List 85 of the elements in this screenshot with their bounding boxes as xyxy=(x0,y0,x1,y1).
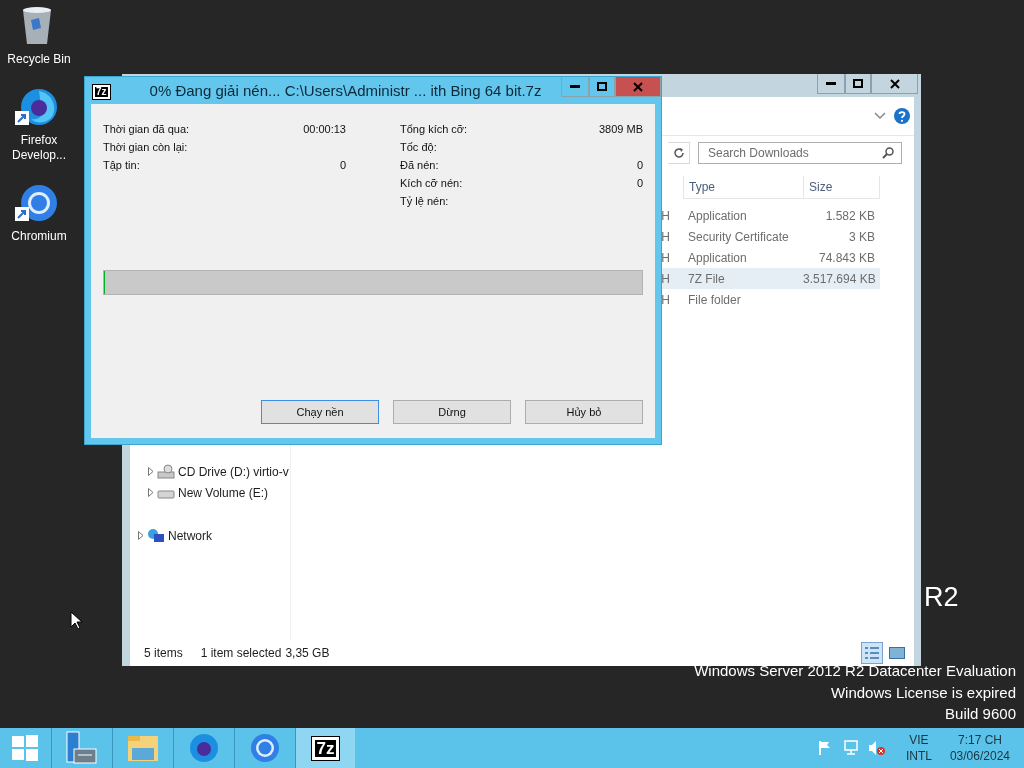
table-cell-text: 1.582 KB xyxy=(824,208,876,223)
close-icon xyxy=(889,78,900,89)
server-manager-icon xyxy=(65,731,98,765)
status-text: 5 items xyxy=(144,646,183,660)
table-cell-text: H xyxy=(660,229,671,244)
status-text: 3,35 GB xyxy=(285,646,330,660)
speaker-muted-icon[interactable] xyxy=(867,740,886,756)
dialog-button[interactable]: Dừng xyxy=(393,400,511,424)
dialog-button[interactable]: Hủy bỏ xyxy=(525,400,643,424)
os-info-text: Windows Server 2012 R2 Datacenter Evaluation xyxy=(694,661,1016,681)
status-text: 1 item selected xyxy=(200,646,282,660)
stat-label: Tốc độ: xyxy=(400,141,437,153)
stat-value: 00:00:13 xyxy=(303,123,346,135)
folder-icon xyxy=(126,734,159,762)
search-icon xyxy=(882,147,894,159)
refresh-button[interactable] xyxy=(668,142,690,164)
maximize-icon xyxy=(853,79,863,88)
window-title: 0% Đang giải nén... C:\Users\Administr ... ith Bing 64 bit.7z xyxy=(149,82,543,99)
column-header[interactable]: Type xyxy=(683,176,803,199)
network-icon xyxy=(147,527,165,544)
close-icon xyxy=(633,81,643,92)
details-view-icon xyxy=(864,646,880,660)
clock-text[interactable]: 7:17 CH xyxy=(957,732,1002,748)
stat-label: Kích cỡ nén: xyxy=(400,177,463,189)
help-icon[interactable] xyxy=(894,108,910,124)
column-header[interactable]: Size xyxy=(803,176,880,199)
os-info-text: Build 9600 xyxy=(945,704,1016,724)
preview-pane-icon xyxy=(889,647,905,659)
clock-text[interactable]: 03/06/2024 xyxy=(949,748,1010,764)
table-cell-text: 3.517.694 KB xyxy=(803,271,877,286)
stat-value: 0 xyxy=(636,177,643,189)
stat-label: Tổng kích cỡ: xyxy=(400,123,468,135)
os-logo-text: R2 xyxy=(924,582,959,613)
nav-item[interactable]: New Volume (E:) xyxy=(178,485,269,500)
table-cell-text: Application xyxy=(687,208,748,223)
minimize-button[interactable] xyxy=(817,74,845,94)
dialog-button[interactable]: Chạy nền xyxy=(261,400,379,424)
language-indicator[interactable]: INTL xyxy=(905,748,932,764)
cursor-icon xyxy=(70,611,82,630)
os-info-text: Windows License is expired xyxy=(830,682,1016,703)
desktop-icon-label[interactable]: Recycle Bin xyxy=(4,52,74,67)
minimize-button[interactable] xyxy=(561,77,589,97)
table-cell-text: File folder xyxy=(687,292,742,307)
app-icon: 7z xyxy=(311,736,340,760)
table-cell-text: H xyxy=(660,292,671,307)
desktop-icon-label[interactable]: Chromium xyxy=(4,229,74,244)
table-cell-text: 3 KB xyxy=(848,229,876,244)
nav-item[interactable]: Network xyxy=(168,528,212,543)
taskbar-app-button[interactable]: 7z xyxy=(295,728,355,768)
table-cell-text: H xyxy=(660,250,671,265)
expand-arrow-icon[interactable] xyxy=(148,488,154,497)
search-field[interactable]: Search Downloads xyxy=(698,142,902,164)
chevron-down-icon[interactable] xyxy=(874,112,886,120)
maximize-button[interactable] xyxy=(845,74,871,94)
table-cell-text: H xyxy=(660,271,671,286)
expand-arrow-icon[interactable] xyxy=(148,467,154,476)
table-cell-text: Security Certificate xyxy=(687,229,790,244)
app-icon: 7z xyxy=(93,85,110,99)
stat-label: Tập tin: xyxy=(103,159,140,171)
view-button[interactable] xyxy=(861,642,883,664)
close-button[interactable] xyxy=(871,74,918,94)
stat-label: Đã nén: xyxy=(400,159,439,171)
stat-label: Thời gian đã qua: xyxy=(103,123,190,135)
stat-value: 3809 MB xyxy=(598,123,643,135)
maximize-icon xyxy=(597,82,607,91)
expand-arrow-icon[interactable] xyxy=(138,531,144,540)
stat-value: 0 xyxy=(636,159,643,171)
minimize-icon xyxy=(570,85,580,88)
firefox-icon xyxy=(188,733,219,763)
table-cell-text: 74.843 KB xyxy=(817,250,876,265)
chromium-icon xyxy=(249,733,280,763)
nav-item[interactable]: CD Drive (D:) virtio-v xyxy=(178,464,289,479)
stat-label: Tỷ lệ nén: xyxy=(400,195,449,207)
windows-logo-icon xyxy=(12,735,38,761)
close-button[interactable] xyxy=(615,77,661,97)
refresh-icon xyxy=(672,147,685,159)
language-indicator[interactable]: VIE xyxy=(909,732,929,748)
table-cell-text: 7Z File xyxy=(687,271,726,286)
desktop-icon-label[interactable]: Firefox Develop... xyxy=(4,133,74,163)
cd-drive-icon xyxy=(157,463,175,480)
minimize-icon xyxy=(826,82,836,85)
stat-label: Thời gian còn lại: xyxy=(103,141,188,153)
stat-value: 0 xyxy=(339,159,346,171)
table-cell-text: H xyxy=(660,208,671,223)
table-cell-text: Application xyxy=(687,250,748,265)
